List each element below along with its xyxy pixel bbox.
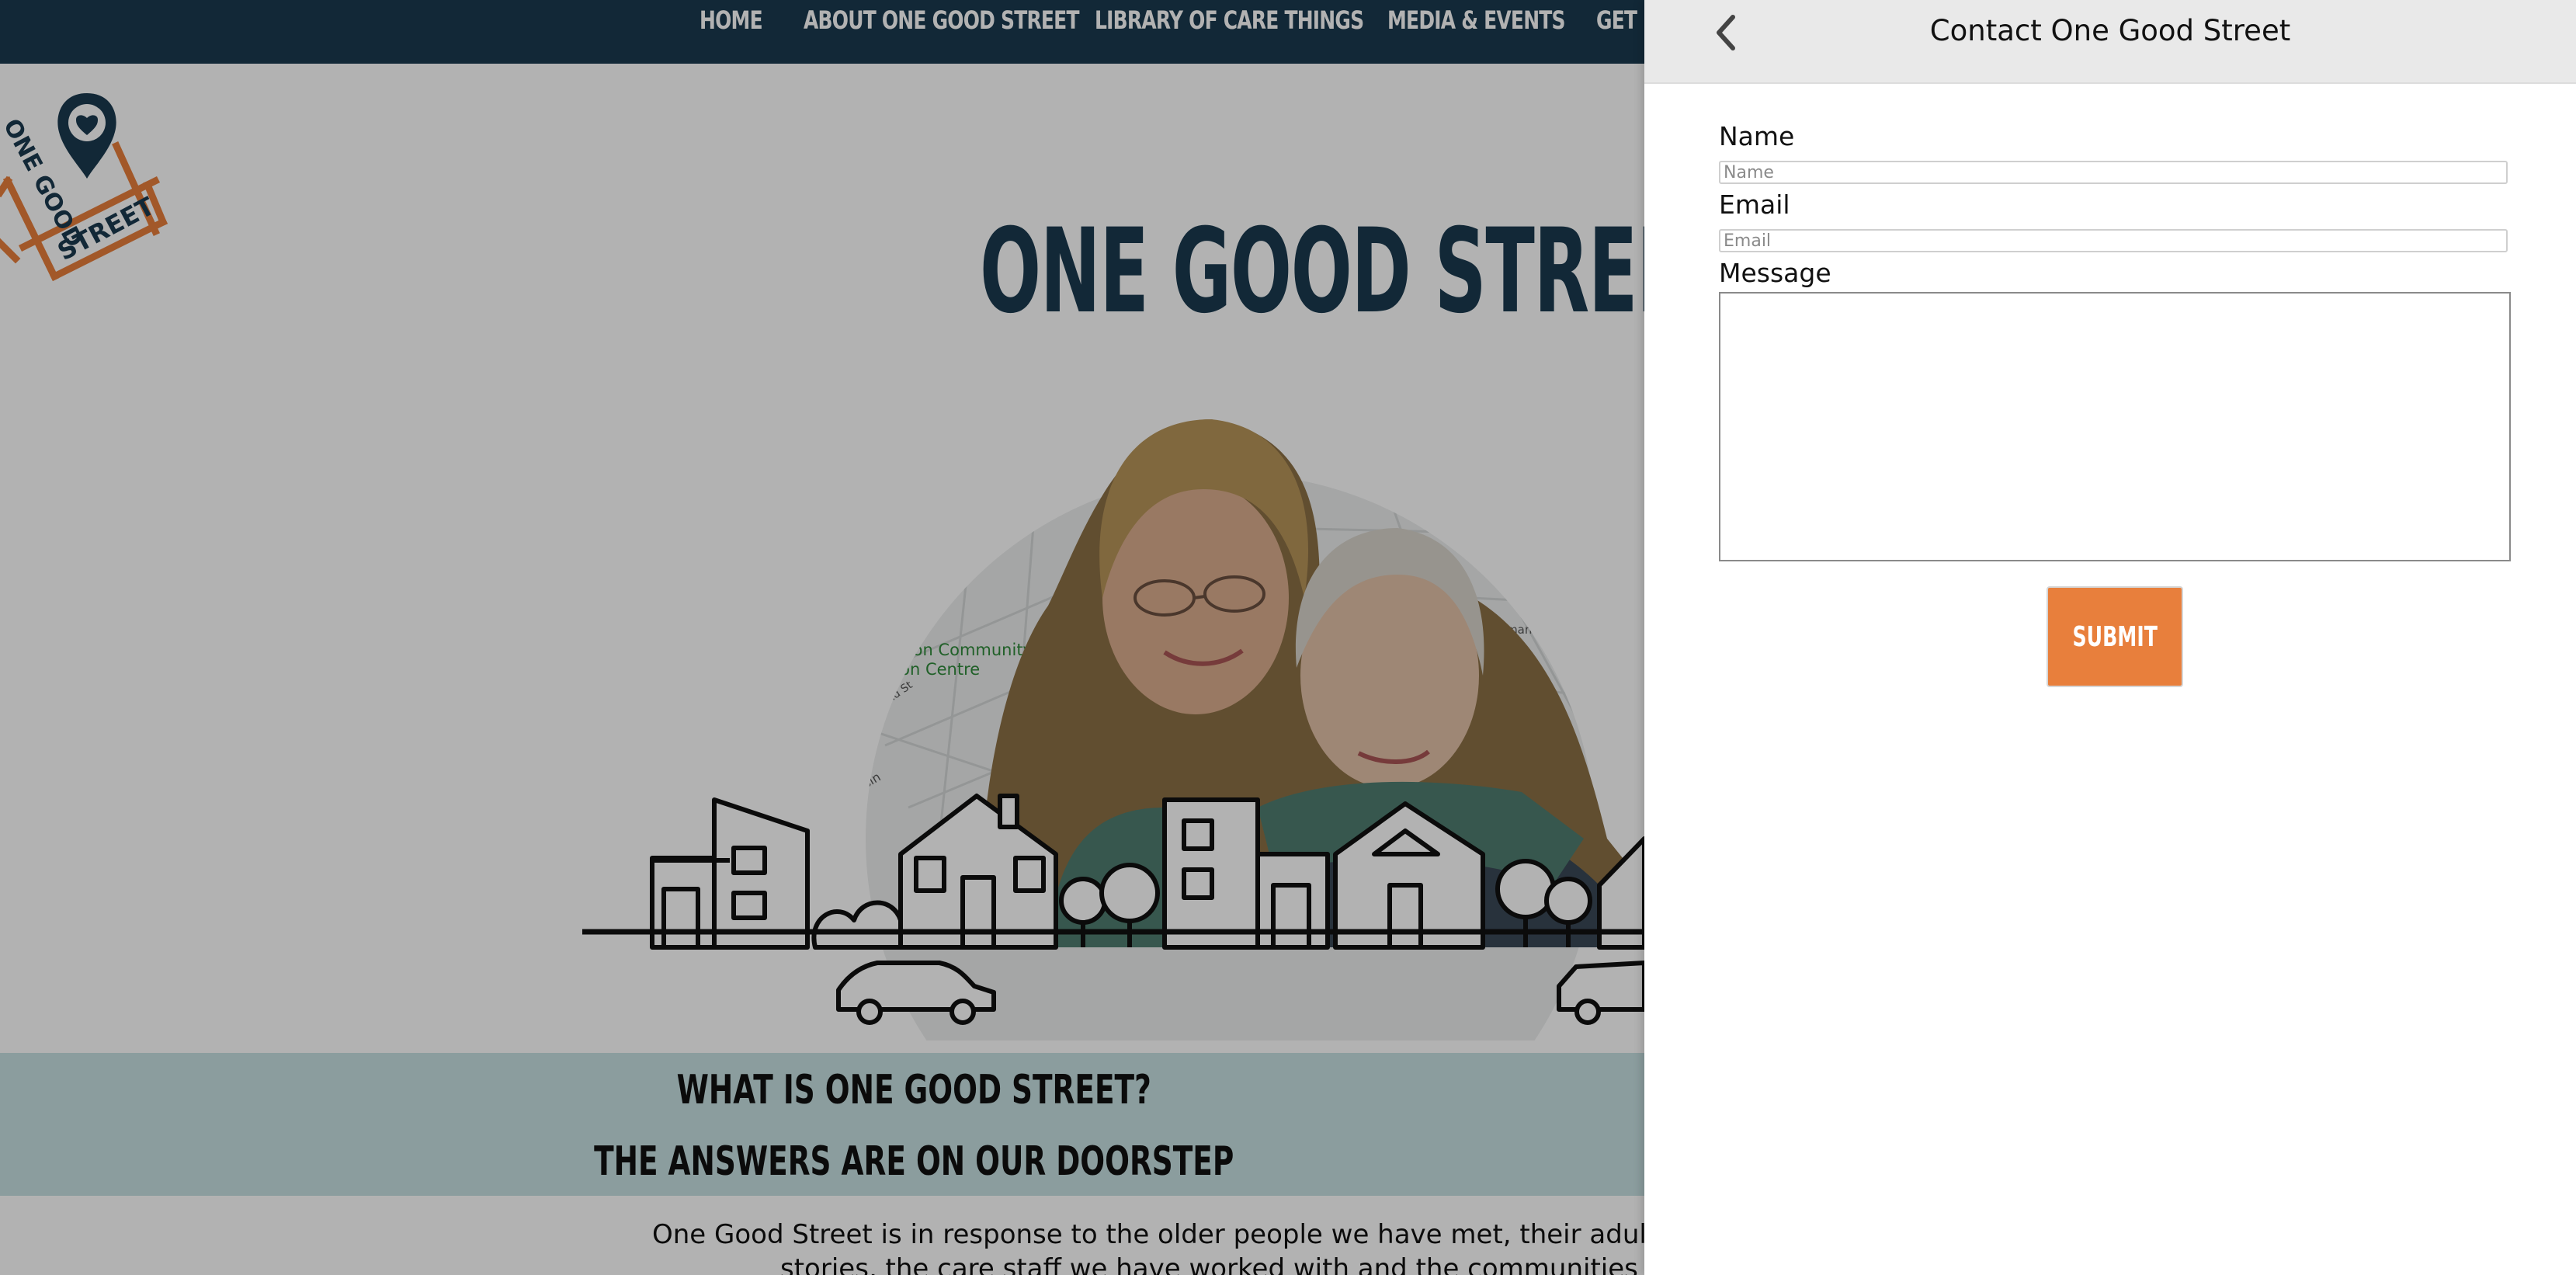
nav-item-media-events[interactable]: MEDIA & EVENTS	[1387, 0, 1566, 40]
band-heading-1: WHAT IS ONE GOOD STREET?	[676, 1067, 1151, 1113]
map-label-kensington-2: Recreation Centre	[833, 660, 980, 679]
contact-panel: Contact One Good Street Name Email Messa…	[1644, 0, 2576, 1275]
top-nav: HOME ABOUT ONE GOOD STREET LIBRARY OF CA…	[0, 0, 1644, 64]
one-good-street-logo[interactable]: ONE GOOD STREET	[0, 84, 175, 286]
nav-item-home[interactable]: HOME	[700, 0, 763, 40]
map-label-flockhart: Flockhart St	[852, 535, 920, 582]
map-label-macaulay: Macaulay	[1515, 564, 1589, 582]
message-textarea[interactable]	[1719, 292, 2511, 561]
email-input[interactable]	[1719, 229, 2508, 252]
map-label-stubbs: Stubbs St	[1541, 491, 1566, 552]
map-label-kensington-1: Kensington Community	[842, 641, 1033, 659]
hero-title: ONE GOOD STREET	[980, 204, 1644, 339]
name-input[interactable]	[1719, 161, 2508, 184]
contact-panel-header: Contact One Good Street	[1644, 0, 2576, 84]
band-heading-2: THE ANSWERS ARE ON OUR DOORSTEP	[594, 1138, 1234, 1185]
intro-line-1: One Good Street is in response to the ol…	[652, 1219, 1644, 1250]
email-label: Email	[1719, 189, 1790, 220]
intro-paragraph: One Good Street is in response to the ol…	[652, 1218, 1644, 1275]
message-label: Message	[1719, 258, 1831, 288]
map-label-robertson: Robertson St	[1462, 464, 1542, 479]
submit-button-label: SUBMIT	[2072, 620, 2158, 653]
submit-button[interactable]: SUBMIT	[2047, 586, 2183, 687]
nav-item-about[interactable]: ABOUT ONE GOOD STREET	[804, 0, 1079, 40]
map-label-newman: Newman St	[900, 558, 963, 592]
map-label-hopkins: Hopkins Rd	[804, 711, 837, 773]
intro-line-2: stories, the care staff we have worked w…	[780, 1253, 1644, 1275]
background-website: HOME ABOUT ONE GOOD STREET LIBRARY OF CA…	[0, 0, 1644, 1275]
nav-item-get-involved[interactable]: GET I	[1596, 0, 1644, 40]
intro-band: WHAT IS ONE GOOD STREET? THE ANSWERS ARE…	[0, 1053, 1644, 1196]
contact-panel-title: Contact One Good Street	[1929, 14, 2291, 47]
nav-item-library[interactable]: LIBRARY OF CARE THINGS	[1095, 0, 1364, 40]
hero-illustration: Robertson St Stubbs St Macaulay Flockhar…	[582, 419, 1644, 1040]
name-label: Name	[1719, 121, 1795, 151]
